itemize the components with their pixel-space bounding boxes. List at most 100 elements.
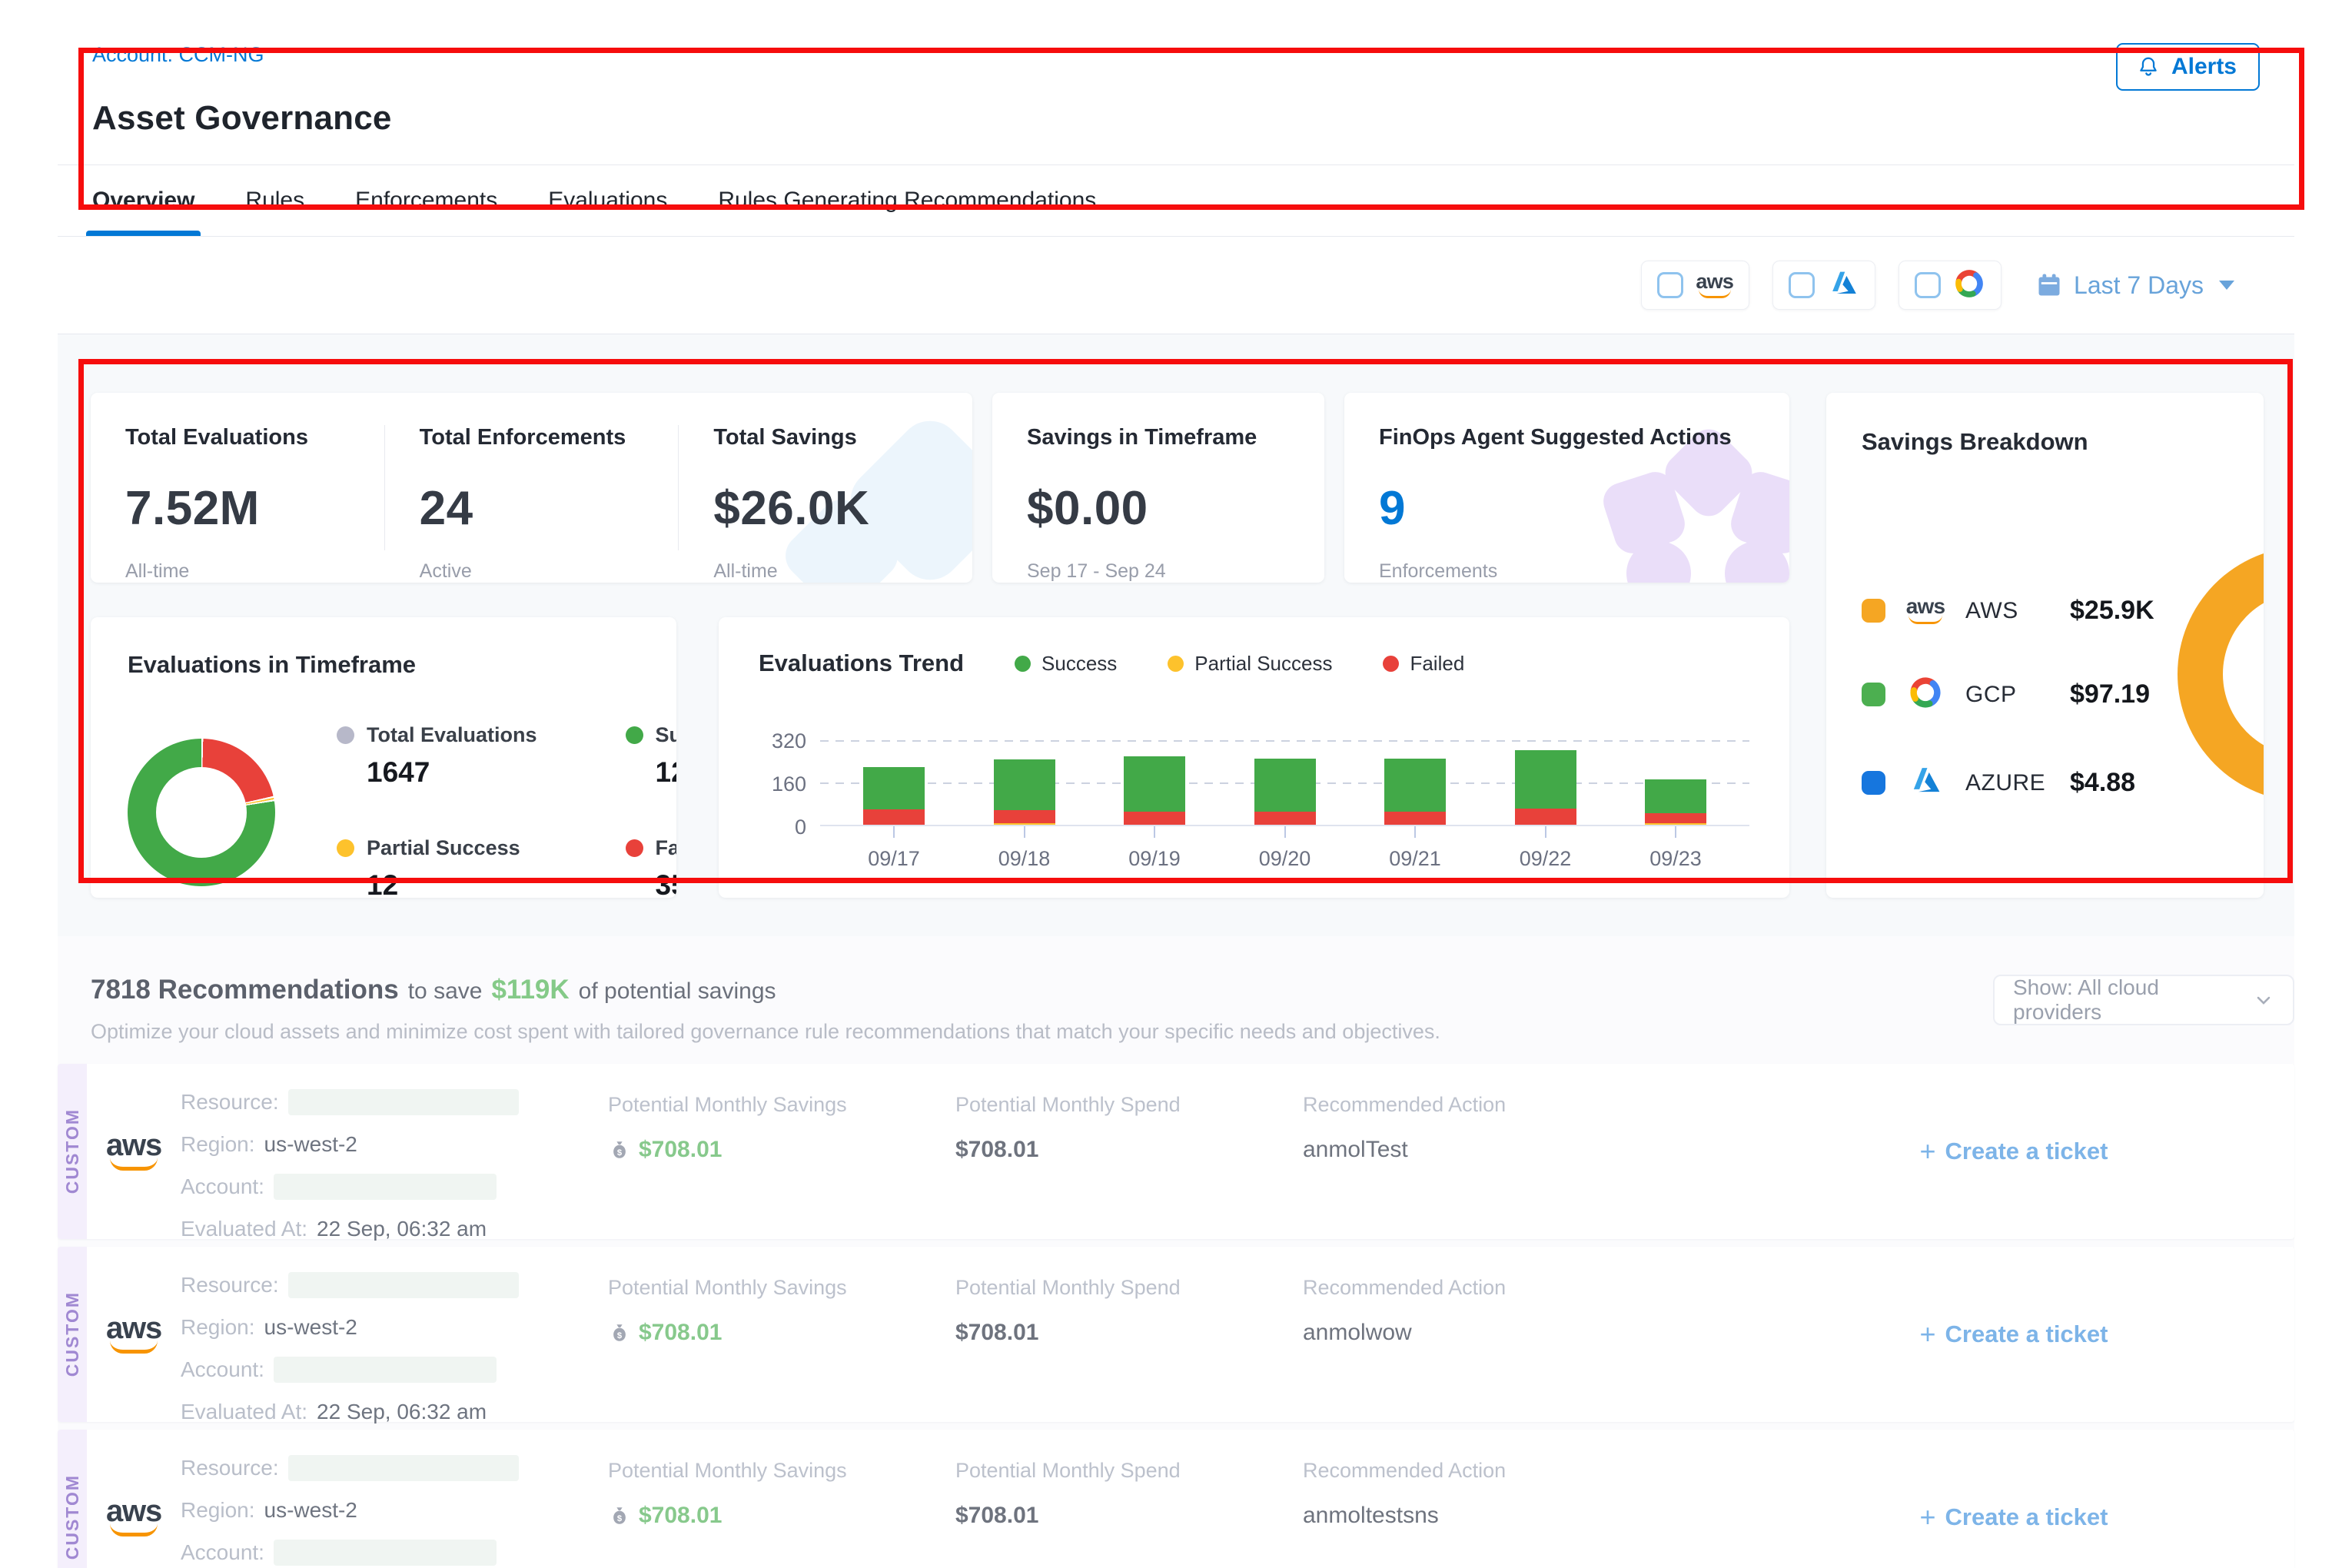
stat-caption: All-time	[125, 560, 350, 583]
axis-tick	[1545, 826, 1546, 838]
bar-segment-success	[863, 767, 925, 809]
legend-dot	[1015, 656, 1031, 672]
legend-value: 1647	[337, 756, 537, 789]
savings-timeframe-card: Savings in Timeframe $0.00 Sep 17 - Sep …	[992, 393, 1324, 583]
provider-filters: aws	[1641, 261, 2002, 310]
cloud-provider-filter-dropdown[interactable]: Show: All cloud providers	[1993, 975, 2294, 1025]
provider-savings-value: $25.9K	[2070, 596, 2154, 626]
stat-total-enforcements: Total Enforcements 24 Active	[385, 393, 679, 583]
legend-label: Failed	[1410, 652, 1464, 676]
legend-value: 12	[337, 869, 537, 898]
aws-icon: aws	[1906, 597, 1945, 623]
recommendations-count: 7818 Recommendations	[91, 975, 399, 1005]
gcp-icon	[1908, 675, 1943, 714]
azure-icon	[1908, 763, 1943, 802]
provider-savings-value: $4.88	[2070, 768, 2135, 798]
date-range-picker[interactable]: Last 7 Days	[2035, 271, 2234, 300]
tab-enforcements[interactable]: Enforcements	[355, 165, 497, 236]
recommendation-row: CUSTOM aws Resource: Region:us-west-2 Ac…	[58, 1064, 2294, 1239]
stat-caption: Sep 17 - Sep 24	[1027, 560, 1290, 583]
totals-card: Total Evaluations 7.52M All-time Total E…	[91, 393, 972, 583]
evaluations-donut-chart	[128, 739, 275, 886]
bar-09-18	[994, 759, 1055, 825]
account-skeleton	[274, 1357, 497, 1383]
x-axis-label: 09/19	[1124, 847, 1185, 871]
recommended-action: Recommended Action anmolTest	[1303, 1064, 1733, 1239]
legend-value: 353	[626, 869, 676, 898]
x-axis-label: 09/20	[1254, 847, 1316, 871]
potential-monthly-savings: Potential Monthly Savings $ $708.01	[608, 1430, 955, 1568]
trend-x-axis: 09/17 09/18 09/19 09/20 09/21 09/22 09/2…	[820, 826, 1749, 871]
bar-segment-success	[1645, 779, 1706, 813]
bar-segment-failed	[1645, 813, 1706, 823]
axis-tick	[1154, 826, 1155, 838]
account-breadcrumb[interactable]: Account: CCM-NG	[92, 43, 264, 66]
recommendation-row: CUSTOM aws Resource: Region:us-west-2 Ac…	[58, 1247, 2294, 1422]
potential-savings-amount: $119K	[491, 975, 569, 1005]
x-axis-label: 09/21	[1384, 847, 1446, 871]
bar-segment-partial-success	[1645, 823, 1706, 825]
bar-segment-failed	[1124, 812, 1185, 826]
header: Account: CCM-NG Alerts Asset Governance	[58, 0, 2294, 164]
recommendations-header: 7818 Recommendations to save $119K of po…	[91, 975, 1440, 1044]
tab-rules-generating-recommendations[interactable]: Rules Generating Recommendations	[718, 165, 1096, 236]
custom-tag: CUSTOM	[58, 1064, 87, 1239]
gcp-checkbox[interactable]	[1915, 272, 1941, 298]
stat-label: Total Enforcements	[420, 425, 644, 450]
recommendation-details: Resource: Region:us-west-2 Account: Eval…	[181, 1247, 608, 1422]
azure-icon	[1827, 267, 1859, 304]
legend-dot	[337, 839, 354, 857]
bar-segment-success	[994, 759, 1055, 811]
account-skeleton	[274, 1174, 497, 1200]
recommendations-title-text: to save	[408, 978, 483, 1005]
legend-label: Success	[656, 723, 676, 747]
aws-icon: aws	[87, 1430, 181, 1568]
bar-segment-failed	[1384, 812, 1446, 826]
legend-dot	[1168, 656, 1184, 672]
legend-value: 1282	[626, 756, 676, 789]
bar-segment-success	[1384, 759, 1446, 811]
tab-overview[interactable]: Overview	[92, 165, 194, 236]
svg-text:$: $	[617, 1331, 623, 1340]
stat-caption: All-time	[713, 560, 938, 583]
tab-evaluations[interactable]: Evaluations	[548, 165, 667, 236]
legend-swatch	[1862, 683, 1885, 706]
money-bag-icon: $	[608, 1321, 631, 1344]
provider-filter-aws[interactable]: aws	[1641, 261, 1749, 310]
bar-segment-failed	[863, 809, 925, 825]
money-bag-icon: $	[608, 1504, 631, 1527]
create-ticket-button[interactable]: + Create a ticket	[1920, 1321, 2108, 1348]
aws-checkbox[interactable]	[1657, 272, 1683, 298]
tab-rules[interactable]: Rules	[245, 165, 304, 236]
potential-monthly-spend: Potential Monthly Spend $708.01	[955, 1064, 1303, 1239]
create-ticket-button[interactable]: + Create a ticket	[1920, 1503, 2108, 1531]
y-axis-label: 160	[759, 772, 806, 796]
stat-value: $26.0K	[713, 481, 938, 536]
bar-segment-success	[1254, 759, 1316, 811]
bar-segment-success	[1124, 756, 1185, 812]
alerts-button[interactable]: Alerts	[2116, 43, 2260, 91]
recommendations-list: CUSTOM aws Resource: Region:us-west-2 Ac…	[58, 1064, 2294, 1568]
bar-segment-failed	[994, 810, 1055, 823]
provider-filter-azure[interactable]	[1772, 261, 1875, 310]
legend-label: Partial Success	[1194, 652, 1332, 676]
breakdown-item-gcp: GCP$97.19	[1862, 675, 2154, 714]
legend-swatch	[1862, 599, 1885, 623]
evaluations-legend: Total Evaluations 1647 Success 1282 Part…	[337, 723, 676, 898]
aws-icon: aws	[106, 1132, 161, 1171]
axis-tick	[1024, 826, 1025, 838]
stat-caption: Enforcements	[1379, 560, 1755, 583]
bar-segment-success	[1515, 750, 1576, 809]
stat-label: Savings in Timeframe	[1027, 425, 1290, 450]
provider-filter-gcp[interactable]	[1899, 261, 2002, 310]
resource-skeleton	[288, 1455, 519, 1481]
resource-skeleton	[288, 1272, 519, 1298]
potential-monthly-spend: Potential Monthly Spend $708.01	[955, 1430, 1303, 1568]
x-axis-label: 09/22	[1515, 847, 1576, 871]
finops-actions-card: FinOps Agent Suggested Actions 9 Enforce…	[1344, 393, 1789, 583]
chevron-down-icon	[2253, 989, 2274, 1011]
create-ticket-button[interactable]: + Create a ticket	[1920, 1138, 2108, 1165]
plus-icon: +	[1920, 1138, 1936, 1165]
azure-checkbox[interactable]	[1789, 272, 1815, 298]
trend-legend-success: Success	[1015, 652, 1117, 676]
